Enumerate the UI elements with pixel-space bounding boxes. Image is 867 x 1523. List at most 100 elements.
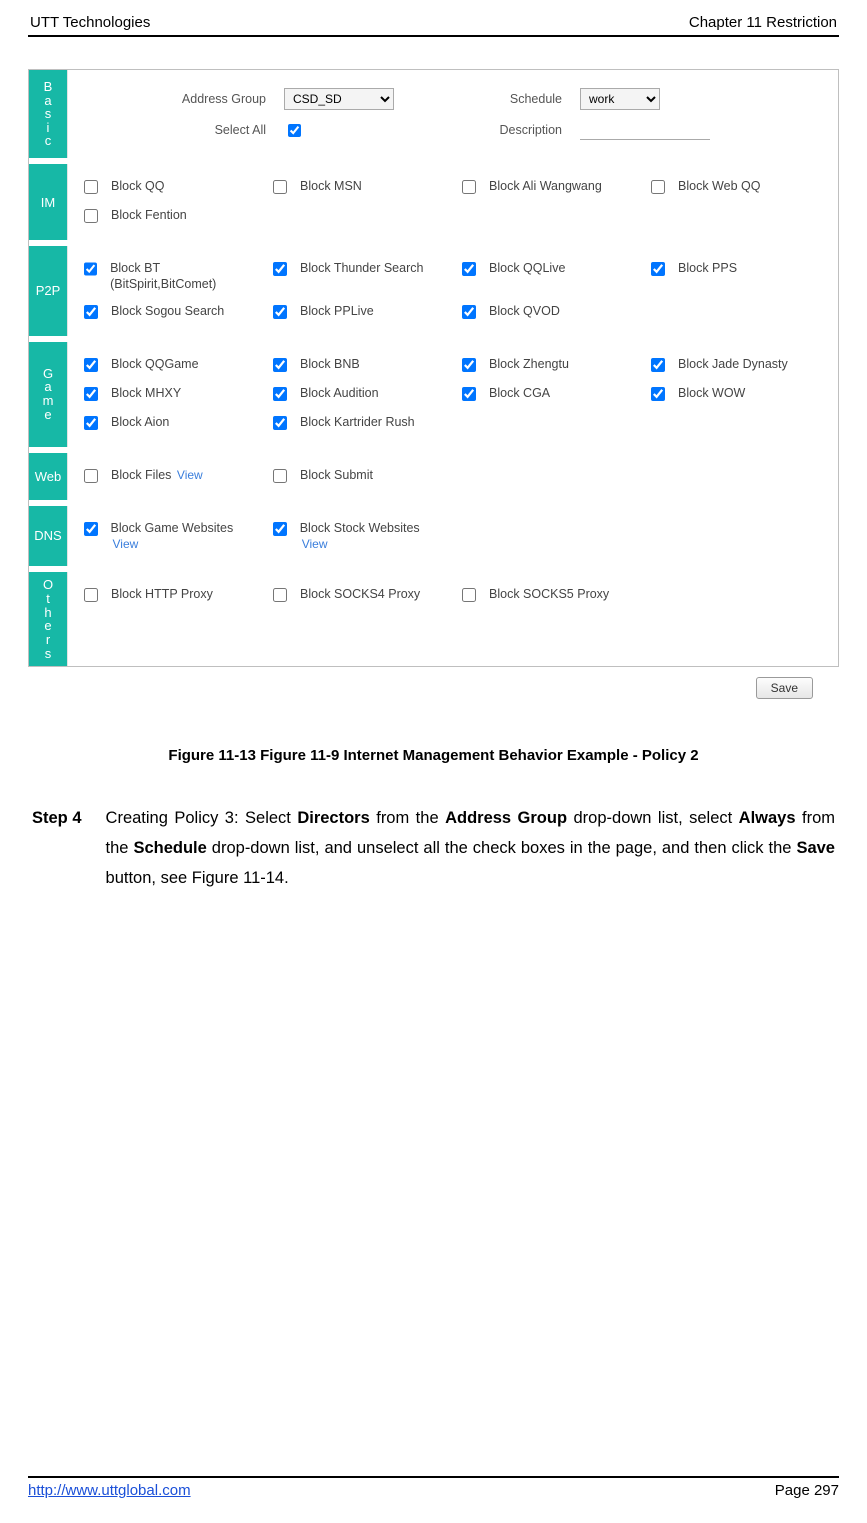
dns-checkbox[interactable] bbox=[273, 522, 287, 536]
others-checkbox[interactable] bbox=[84, 588, 98, 602]
others-label: Block SOCKS5 Proxy bbox=[489, 586, 609, 602]
im-label: Block MSN bbox=[300, 178, 362, 194]
game-checkbox[interactable] bbox=[273, 416, 287, 430]
game-label: Block Zhengtu bbox=[489, 356, 569, 372]
label-schedule: Schedule bbox=[462, 92, 562, 106]
game-item: Block BNB bbox=[269, 356, 448, 375]
p2p-label: Block PPS bbox=[678, 260, 737, 276]
p2p-item: Block QVOD bbox=[458, 303, 637, 322]
p2p-item: Block QQLive bbox=[458, 260, 637, 293]
game-checkbox[interactable] bbox=[273, 358, 287, 372]
im-checkbox[interactable] bbox=[273, 180, 287, 194]
others-label: Block HTTP Proxy bbox=[111, 586, 213, 602]
step-text: Creating Policy 3: Select Directors from… bbox=[106, 804, 835, 893]
p2p-label: Block BT (BitSpirit,BitComet) bbox=[110, 260, 259, 293]
others-item: Block SOCKS5 Proxy bbox=[458, 586, 637, 605]
game-item: Block Kartrider Rush bbox=[269, 414, 448, 433]
dns-view-link[interactable]: View bbox=[302, 537, 328, 551]
dns-view-link[interactable]: View bbox=[113, 537, 139, 551]
game-label: Block Jade Dynasty bbox=[678, 356, 788, 372]
game-checkbox[interactable] bbox=[651, 358, 665, 372]
p2p-checkbox[interactable] bbox=[462, 305, 476, 319]
p2p-label: Block PPLive bbox=[300, 303, 374, 319]
select-address-group[interactable]: CSD_SD bbox=[284, 88, 394, 110]
p2p-checkbox[interactable] bbox=[462, 262, 476, 276]
web-checkbox[interactable] bbox=[84, 469, 98, 483]
im-checkbox[interactable] bbox=[462, 180, 476, 194]
game-checkbox[interactable] bbox=[84, 416, 98, 430]
p2p-checkbox[interactable] bbox=[651, 262, 665, 276]
game-label: Block QQGame bbox=[111, 356, 199, 372]
im-label: Block Web QQ bbox=[678, 178, 760, 194]
section-label-dns: DNS bbox=[29, 506, 67, 567]
p2p-checkbox[interactable] bbox=[84, 305, 98, 319]
web-view-link[interactable]: View bbox=[177, 468, 203, 482]
web-label: Block Files View bbox=[111, 467, 203, 484]
game-checkbox[interactable] bbox=[273, 387, 287, 401]
web-label: Block Submit bbox=[300, 467, 373, 483]
p2p-checkbox[interactable] bbox=[84, 262, 97, 276]
game-label: Block Kartrider Rush bbox=[300, 414, 415, 430]
config-panel: Basic Address Group CSD_SD Schedule bbox=[28, 69, 839, 667]
header-right: Chapter 11 Restriction bbox=[689, 14, 837, 31]
p2p-item: Block PPLive bbox=[269, 303, 448, 322]
select-schedule[interactable]: work bbox=[580, 88, 660, 110]
label-address-group: Address Group bbox=[116, 92, 266, 106]
dns-checkbox[interactable] bbox=[84, 522, 98, 536]
others-item: Block HTTP Proxy bbox=[80, 586, 259, 605]
others-checkbox[interactable] bbox=[462, 588, 476, 602]
p2p-label: Block Sogou Search bbox=[111, 303, 224, 319]
web-checkbox[interactable] bbox=[273, 469, 287, 483]
game-label: Block WOW bbox=[678, 385, 745, 401]
im-label: Block QQ bbox=[111, 178, 165, 194]
header-left: UTT Technologies bbox=[30, 14, 150, 31]
others-checkbox[interactable] bbox=[273, 588, 287, 602]
im-checkbox[interactable] bbox=[84, 209, 98, 223]
step-number: Step 4 bbox=[32, 804, 82, 893]
game-item: Block QQGame bbox=[80, 356, 259, 375]
game-checkbox[interactable] bbox=[462, 387, 476, 401]
header-rule bbox=[28, 35, 839, 37]
input-description[interactable] bbox=[580, 120, 710, 140]
game-label: Block Audition bbox=[300, 385, 379, 401]
game-label: Block MHXY bbox=[111, 385, 181, 401]
im-item: Block Ali Wangwang bbox=[458, 178, 637, 197]
im-item: Block Fention bbox=[80, 207, 259, 226]
p2p-label: Block Thunder Search bbox=[300, 260, 423, 276]
dns-item: Block Stock Websites View bbox=[269, 520, 448, 553]
game-checkbox[interactable] bbox=[84, 387, 98, 401]
dns-label: Block Game Websites View bbox=[111, 520, 260, 553]
game-item: Block Audition bbox=[269, 385, 448, 404]
im-item: Block MSN bbox=[269, 178, 448, 197]
p2p-checkbox[interactable] bbox=[273, 305, 287, 319]
figure-caption: Figure 11-13 Figure 11-9 Internet Manage… bbox=[28, 747, 839, 764]
game-checkbox[interactable] bbox=[84, 358, 98, 372]
footer-page: Page 297 bbox=[775, 1482, 839, 1499]
dns-item: Block Game Websites View bbox=[80, 520, 259, 553]
footer-url[interactable]: http://www.uttglobal.com bbox=[28, 1482, 191, 1499]
im-item: Block Web QQ bbox=[647, 178, 826, 197]
checkbox-select-all[interactable] bbox=[288, 124, 301, 137]
save-button[interactable]: Save bbox=[756, 677, 813, 699]
label-description: Description bbox=[462, 123, 562, 137]
im-checkbox[interactable] bbox=[84, 180, 98, 194]
game-label: Block CGA bbox=[489, 385, 550, 401]
web-item: Block Submit bbox=[269, 467, 448, 486]
game-item: Block MHXY bbox=[80, 385, 259, 404]
im-checkbox[interactable] bbox=[651, 180, 665, 194]
game-item: Block Jade Dynasty bbox=[647, 356, 826, 375]
others-label: Block SOCKS4 Proxy bbox=[300, 586, 420, 602]
p2p-checkbox[interactable] bbox=[273, 262, 287, 276]
others-item: Block SOCKS4 Proxy bbox=[269, 586, 448, 605]
game-checkbox[interactable] bbox=[651, 387, 665, 401]
section-label-p2p: P2P bbox=[29, 246, 67, 336]
game-checkbox[interactable] bbox=[462, 358, 476, 372]
section-label-web: Web bbox=[29, 453, 67, 500]
dns-label: Block Stock Websites View bbox=[300, 520, 448, 553]
im-item: Block QQ bbox=[80, 178, 259, 197]
section-label-others: Others bbox=[29, 572, 67, 666]
game-item: Block CGA bbox=[458, 385, 637, 404]
p2p-item: Block Sogou Search bbox=[80, 303, 259, 322]
p2p-label: Block QVOD bbox=[489, 303, 560, 319]
section-label-basic: Basic bbox=[29, 70, 67, 158]
